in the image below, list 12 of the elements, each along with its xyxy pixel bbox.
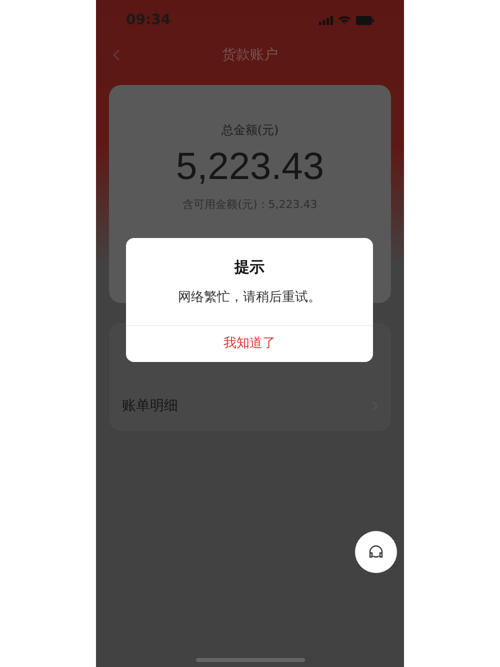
signal-icon — [319, 16, 333, 24]
wifi-icon — [338, 15, 351, 25]
total-amount: 5,223.43 — [176, 145, 324, 189]
support-button[interactable] — [355, 531, 397, 573]
total-label: 总金额(元) — [221, 122, 279, 139]
status-time: 09:34 — [126, 10, 171, 30]
headset-icon — [368, 544, 384, 560]
dialog-message: 网络繁忙，请稍后重试。 — [177, 288, 322, 306]
confirm-button[interactable]: 我知道了 — [126, 325, 373, 362]
page-title: 货款账户 — [222, 46, 278, 64]
battery-icon — [356, 16, 374, 24]
dialog-title: 提示 — [233, 257, 266, 278]
